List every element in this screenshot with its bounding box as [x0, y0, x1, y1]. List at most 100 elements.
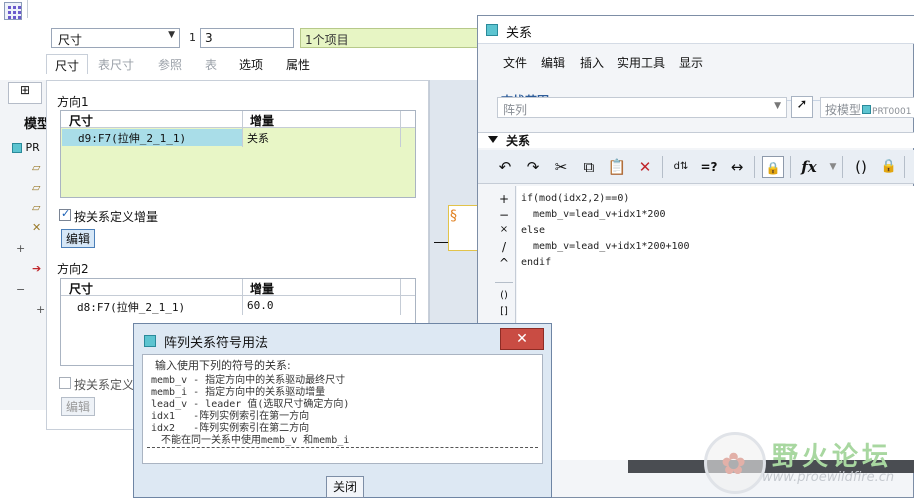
- model-tree-tab[interactable]: ⊞: [8, 82, 42, 104]
- watermark-title: 野火论坛: [772, 442, 893, 472]
- close-window-button[interactable]: ✕: [500, 328, 544, 350]
- pattern-type-select[interactable]: 尺寸 ▼: [51, 28, 180, 48]
- by-model-select[interactable]: 按模型 PRT0001: [820, 97, 914, 118]
- scope-type-select[interactable]: 阵列 ▼: [497, 97, 787, 118]
- close-icon: ✕: [516, 331, 528, 347]
- direction2-label: 方向2: [57, 262, 89, 276]
- menu-insert[interactable]: 插入: [580, 54, 604, 71]
- copy-icon[interactable]: ⧉: [578, 156, 600, 178]
- paste-icon[interactable]: 📋: [606, 156, 628, 178]
- flame-icon: ✿: [721, 447, 747, 482]
- tab-table[interactable]: 表: [197, 54, 225, 74]
- collapse-triangle-icon: [488, 136, 498, 143]
- minus-operator-button[interactable]: −: [492, 208, 516, 222]
- evaluate-icon[interactable]: =?: [698, 156, 720, 178]
- row-dimension-cell[interactable]: d8:F7(拉伸_2_1_1): [77, 299, 185, 315]
- help-line: 不能在同一关系中使用memb_v 和memb_i: [161, 435, 350, 446]
- symbol-dialog-titlebar: 阵列关系符号用法 ✕: [134, 324, 551, 354]
- undo-icon[interactable]: ↶: [494, 156, 516, 178]
- count-input[interactable]: 3: [200, 28, 294, 48]
- chevron-down-icon: ▼: [774, 101, 781, 111]
- define-by-relation-label-2: 按关系定义: [74, 378, 135, 392]
- tab-options[interactable]: 选项: [231, 54, 271, 74]
- column-header-dimension: 尺寸: [69, 114, 94, 128]
- brackets-operator-button[interactable]: []: [492, 306, 516, 317]
- delete-icon[interactable]: ✕: [634, 156, 656, 178]
- close-button[interactable]: 关闭: [326, 476, 364, 498]
- chevron-down-icon: ▼: [168, 30, 175, 40]
- measure-icon[interactable]: ↔: [726, 156, 748, 178]
- row-dimension-cell[interactable]: d9:F7(拉伸_2_1_1): [62, 129, 242, 146]
- relations-window-icon: [486, 24, 498, 36]
- menu-utilities[interactable]: 实用工具: [617, 54, 665, 71]
- app-grid-icon[interactable]: [4, 2, 22, 20]
- column-header-increment: 增量: [250, 282, 275, 296]
- define-by-relation-checkbox[interactable]: ✓: [59, 207, 71, 221]
- code-line: endif: [521, 257, 552, 268]
- multiply-operator-button[interactable]: ×: [492, 224, 516, 235]
- parentheses-operator-button[interactable]: (): [492, 290, 516, 301]
- dialog-window-icon: [144, 335, 156, 347]
- watermark-url: www.proewildfire.cn: [762, 470, 895, 485]
- sort-icon[interactable]: 🔒: [878, 156, 900, 178]
- collapse-icon[interactable]: −: [16, 283, 25, 296]
- edit-relation-button-2[interactable]: 编辑: [61, 397, 95, 416]
- menu-file[interactable]: 文件: [503, 54, 527, 71]
- select-arrow-button[interactable]: ➚: [791, 96, 813, 118]
- chevron-down-icon[interactable]: ▼: [822, 156, 844, 178]
- datum-plane-icon[interactable]: ▱: [32, 201, 40, 214]
- relations-editor[interactable]: if(mod(idx2,2)==0) memb_v=lead_v+idx1*20…: [517, 186, 914, 460]
- cut-icon[interactable]: ✂: [550, 156, 572, 178]
- define-by-relation-checkbox-2[interactable]: [59, 377, 71, 389]
- row-increment-cell[interactable]: 关系: [247, 130, 269, 146]
- row-increment-cell[interactable]: 60.0: [247, 299, 274, 312]
- tab-table-dimension[interactable]: 表尺寸: [90, 54, 142, 74]
- tab-properties[interactable]: 属性: [278, 54, 318, 74]
- power-operator-button[interactable]: ^: [492, 256, 516, 270]
- verify-icon[interactable]: 🔒: [762, 156, 784, 178]
- menu-display[interactable]: 显示: [679, 54, 703, 71]
- brackets-icon[interactable]: (): [850, 156, 872, 178]
- part-icon: [12, 143, 22, 153]
- table-header: 尺寸 增量: [61, 279, 415, 296]
- code-line: memb_v=lead_v+idx1*200+100: [521, 241, 690, 252]
- redo-icon[interactable]: ↷: [522, 156, 544, 178]
- tree-root-item[interactable]: PR: [12, 141, 48, 155]
- relations-title: 关系: [506, 26, 533, 41]
- tab-dimension[interactable]: 尺寸: [46, 54, 89, 74]
- items-collector[interactable]: 1个项目: [300, 28, 480, 48]
- symbol-dialog-title: 阵列关系符号用法: [164, 336, 269, 351]
- tab-references[interactable]: 参照: [150, 54, 190, 74]
- direction1-table: 尺寸 增量 d9:F7(拉伸_2_1_1) 关系: [60, 110, 416, 198]
- edit-relation-button[interactable]: 编辑: [61, 229, 95, 248]
- column-header-dimension: 尺寸: [69, 282, 94, 296]
- function-icon[interactable]: fx: [798, 156, 820, 178]
- divide-operator-button[interactable]: /: [492, 240, 516, 254]
- overflow-icon[interactable]: ▮: [908, 156, 914, 178]
- csys-icon[interactable]: ✕: [32, 221, 41, 234]
- plus-operator-button[interactable]: +: [492, 192, 516, 206]
- expand-icon[interactable]: +: [36, 303, 45, 316]
- datum-plane-icon[interactable]: ▱: [32, 161, 40, 174]
- count-label: 1: [189, 31, 196, 44]
- code-line: memb_v=lead_v+idx1*200: [521, 209, 666, 220]
- switch-symbols-icon[interactable]: d⇅: [670, 156, 692, 178]
- table-row[interactable]: d8:F7(拉伸_2_1_1) 60.0: [61, 298, 417, 315]
- tree-structure-icon: ⊞: [19, 83, 31, 97]
- menu-edit[interactable]: 编辑: [541, 54, 565, 71]
- datum-plane-icon[interactable]: ▱: [32, 181, 40, 194]
- cursor-arrow-icon: ➚: [796, 97, 808, 112]
- expand-icon[interactable]: +: [16, 242, 25, 255]
- column-header-increment: 增量: [250, 114, 275, 128]
- relations-section-header[interactable]: 关系: [478, 132, 914, 148]
- table-row[interactable]: d9:F7(拉伸_2_1_1) 关系: [61, 129, 417, 147]
- symbol-help-text: 输入使用下列的符号的关系: memb_v - 指定方向中的关系驱动最终尺寸 me…: [142, 354, 543, 464]
- relations-section-label: 关系: [506, 134, 531, 148]
- define-by-relation-label: 按关系定义增量: [74, 210, 159, 224]
- direction1-label: 方向1: [57, 95, 89, 109]
- code-line: else: [521, 225, 546, 236]
- dimension-marker-icon[interactable]: §: [450, 208, 457, 224]
- symbol-usage-dialog: 阵列关系符号用法 ✕ 输入使用下列的符号的关系: memb_v - 指定方向中的…: [133, 323, 552, 498]
- insert-here-arrow-icon: ➔: [32, 262, 42, 275]
- help-divider: [147, 447, 538, 448]
